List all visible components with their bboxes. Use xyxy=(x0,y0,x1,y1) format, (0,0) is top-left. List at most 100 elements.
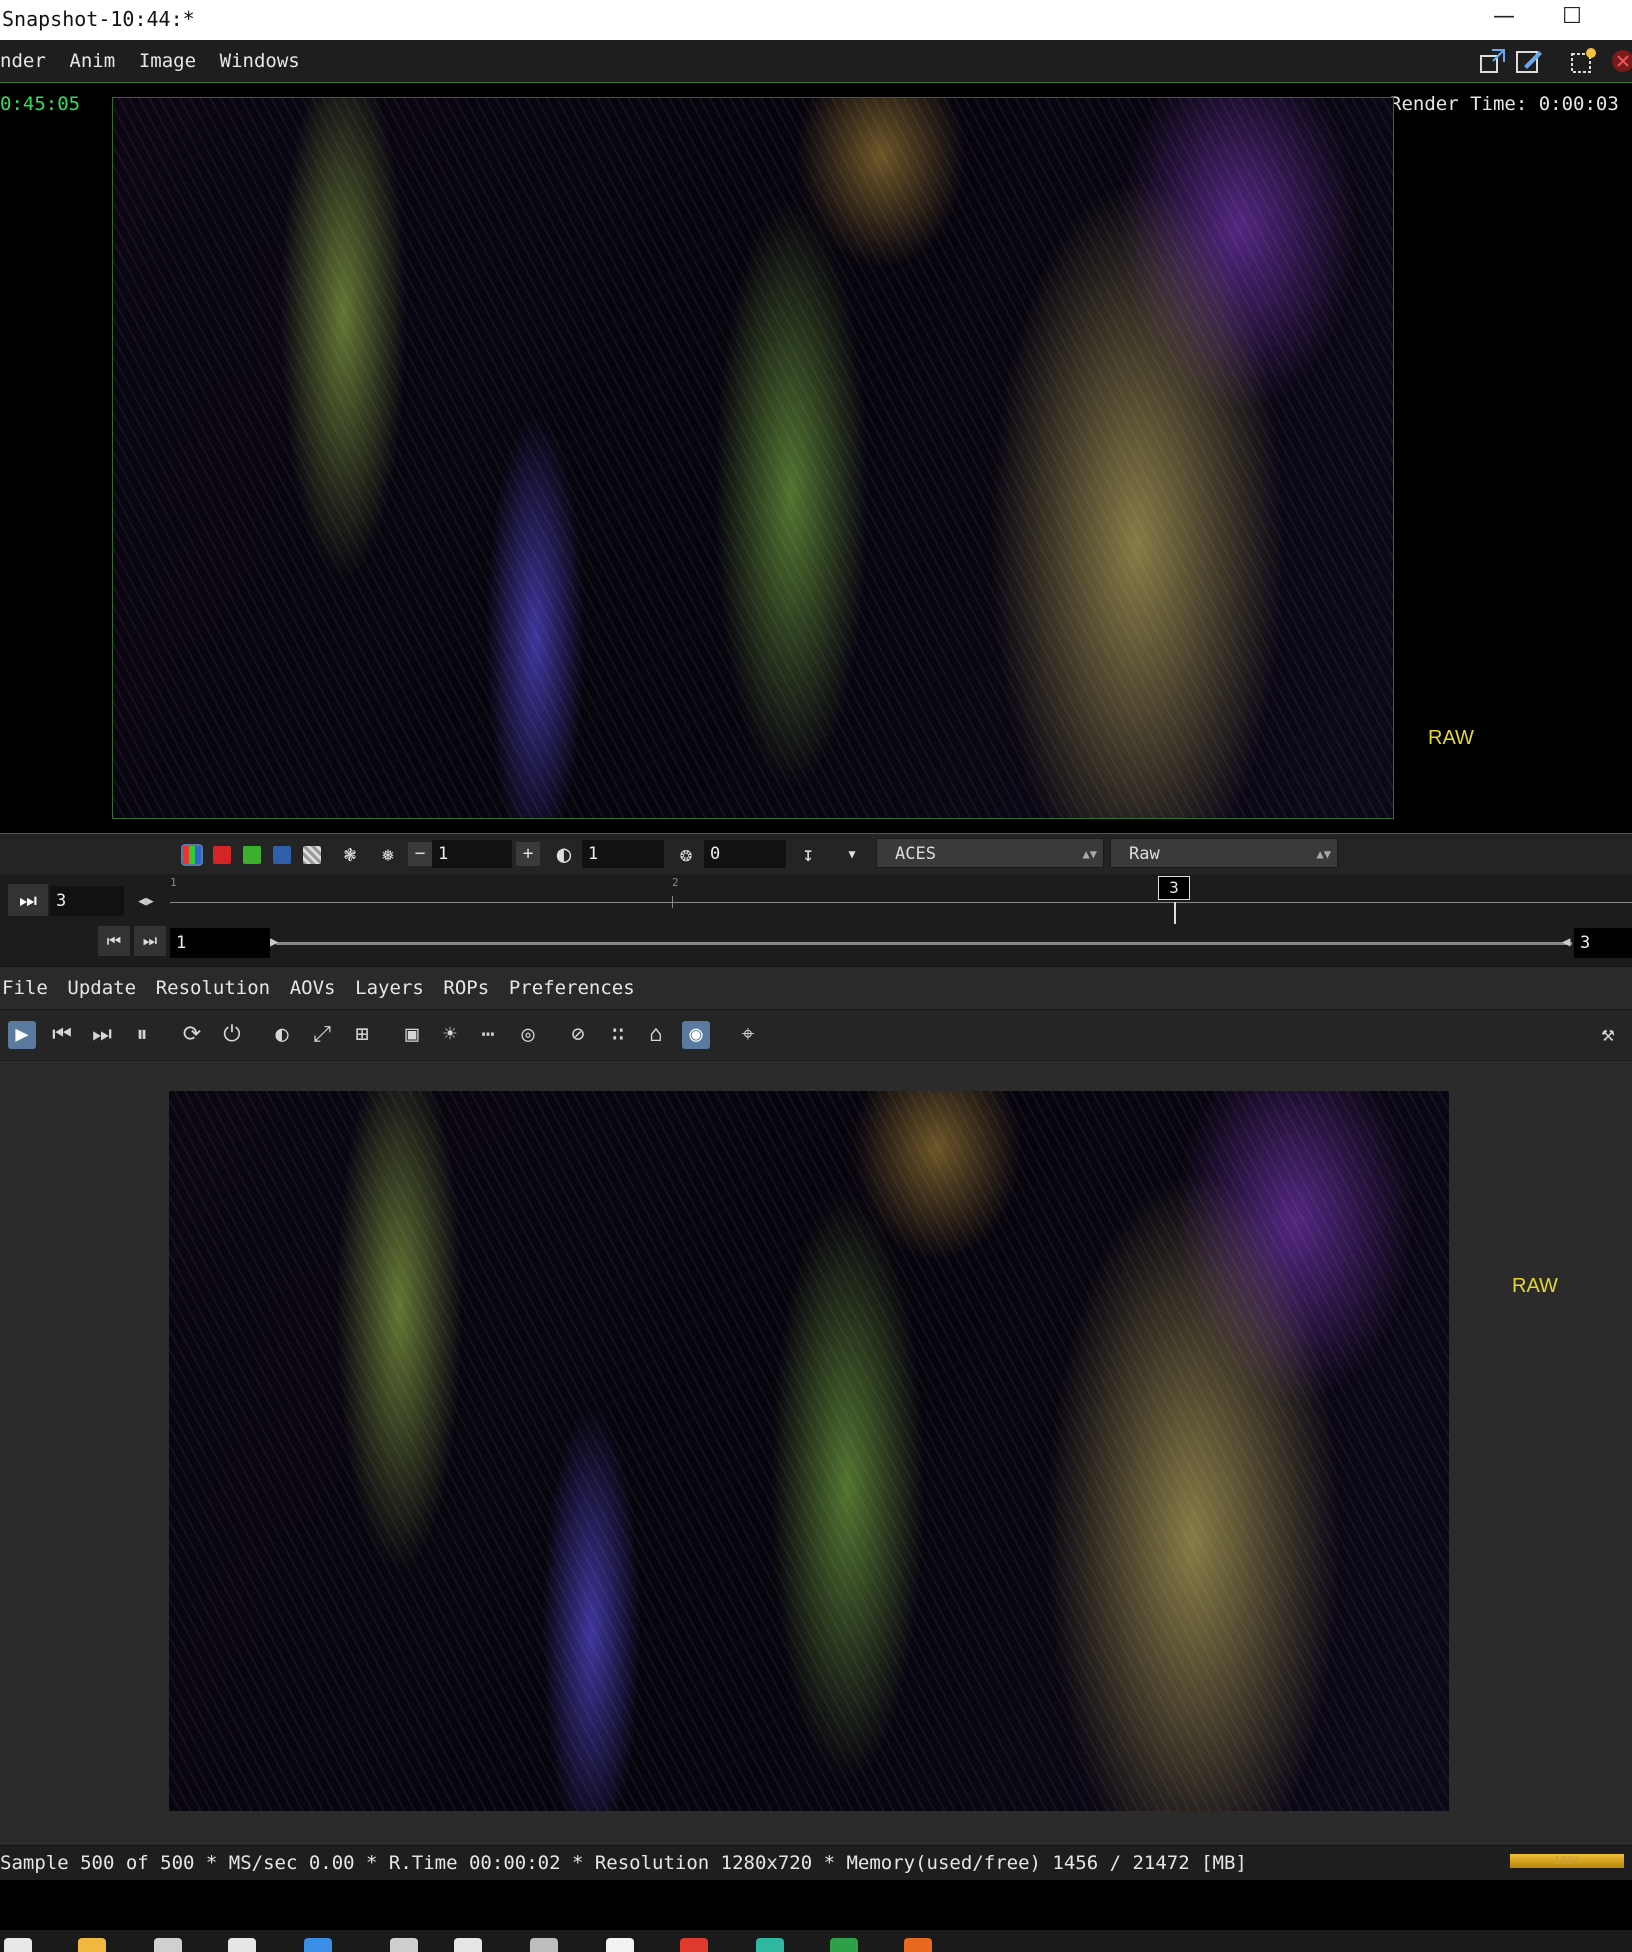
elapsed-time: 0:45:05 xyxy=(0,93,81,115)
menu-layers[interactable]: Layers xyxy=(355,967,424,1009)
select-arrows-icon: ▲▼ xyxy=(1082,847,1097,861)
raw-overlay-label: RAW xyxy=(1512,1275,1558,1297)
render-view-menu-bar: nder Anim Image Windows xyxy=(0,40,1632,83)
range-end-handle[interactable]: ◀ xyxy=(1562,934,1570,950)
render-progress-bar: 100% xyxy=(1510,1854,1624,1868)
colorspace-value: ACES xyxy=(895,844,936,864)
go-to-start-icon[interactable]: ⏮ xyxy=(98,926,130,956)
app-icon[interactable] xyxy=(606,1938,634,1952)
crop-icon[interactable]: ⌖ xyxy=(734,1021,762,1049)
rgb-channel-toggle[interactable] xyxy=(181,844,203,866)
app-icon[interactable] xyxy=(530,1938,558,1952)
app-icon[interactable] xyxy=(390,1938,418,1952)
maximize-icon[interactable]: ☐ xyxy=(1552,4,1592,34)
step-frame-icon[interactable]: ◀▶ xyxy=(128,888,164,916)
window-title-bar: Snapshot-10:44:* — ☐ xyxy=(0,0,1632,40)
go-to-end-icon[interactable]: ⏭ xyxy=(134,926,166,956)
playhead-marker[interactable]: 3 xyxy=(1158,876,1190,900)
spacer xyxy=(0,1880,1632,1930)
focus-icon[interactable]: ▣ xyxy=(398,1021,426,1049)
menu-render[interactable]: nder xyxy=(0,40,46,82)
play-to-end-icon[interactable]: ⏭ xyxy=(8,884,48,916)
exposure-up-icon[interactable]: ❅ xyxy=(376,842,400,866)
alpha-channel-toggle[interactable] xyxy=(303,846,321,864)
contrast-icon[interactable]: ◐ xyxy=(268,1021,296,1049)
previous-icon[interactable]: ⏮ xyxy=(48,1021,76,1049)
gamma-icon: ◐ xyxy=(556,840,572,868)
close-red-icon[interactable] xyxy=(1608,46,1632,76)
blue-channel-toggle[interactable] xyxy=(273,846,291,864)
range-start-handle[interactable]: ▶ xyxy=(270,934,278,950)
range-slider[interactable] xyxy=(276,942,1572,945)
red-channel-toggle[interactable] xyxy=(213,846,231,864)
light-icon[interactable]: ☀ xyxy=(436,1021,464,1049)
green-channel-toggle[interactable] xyxy=(243,846,261,864)
expand-icon[interactable]: ⤢ xyxy=(308,1021,336,1049)
speed-icon[interactable]: ⊘ xyxy=(564,1021,592,1049)
select-arrows-icon: ▲▼ xyxy=(1316,847,1331,861)
progress-label: 100% xyxy=(1553,1854,1581,1867)
current-frame-field[interactable]: 3 xyxy=(50,886,124,916)
app-icon[interactable] xyxy=(228,1938,256,1952)
minimize-icon[interactable]: — xyxy=(1484,4,1524,34)
menu-anim[interactable]: Anim xyxy=(69,40,115,82)
render-image xyxy=(112,97,1394,819)
playhead-line[interactable] xyxy=(1174,902,1176,924)
app-icon[interactable] xyxy=(830,1938,858,1952)
file-explorer-icon[interactable] xyxy=(78,1938,106,1952)
app-icon[interactable] xyxy=(680,1938,708,1952)
edit-view-icon[interactable] xyxy=(1514,46,1544,76)
range-start-field[interactable]: 1 xyxy=(170,928,270,958)
status-bar: Sample 500 of 500 * MS/sec 0.00 * R.Time… xyxy=(0,1845,1632,1880)
view-transform-select[interactable]: Raw ▲▼ xyxy=(1110,838,1338,868)
snapshot-save-icon[interactable]: ↧ xyxy=(796,842,820,866)
menu-resolution[interactable]: Resolution xyxy=(156,967,270,1009)
colorspace-select[interactable]: ACES ▲▼ xyxy=(876,838,1104,868)
offset-field[interactable]: 0 xyxy=(704,840,786,868)
refresh-icon[interactable]: ⟳ xyxy=(178,1021,206,1049)
region-icon[interactable]: ◉ xyxy=(682,1021,710,1049)
app-icon[interactable] xyxy=(454,1938,482,1952)
target-icon[interactable]: ◎ xyxy=(514,1021,542,1049)
offset-icon: ❂ xyxy=(679,842,693,866)
menu-update[interactable]: Update xyxy=(67,967,136,1009)
start-render-icon[interactable]: ▶ xyxy=(8,1021,36,1049)
settings-tools-icon[interactable]: ⚒ xyxy=(1594,1021,1622,1049)
render-viewer-bottom[interactable]: RAW xyxy=(0,1061,1632,1841)
menu-preferences[interactable]: Preferences xyxy=(509,967,635,1009)
range-end-field[interactable]: 3 xyxy=(1574,928,1632,958)
timeline-track[interactable] xyxy=(170,902,1632,903)
more-icon[interactable]: ⋯ xyxy=(474,1021,502,1049)
fit-view-icon[interactable] xyxy=(1478,46,1508,76)
app-icon[interactable] xyxy=(304,1938,332,1952)
menu-aovs[interactable]: AOVs xyxy=(290,967,336,1009)
menu-rops[interactable]: ROPs xyxy=(443,967,489,1009)
exposure-field[interactable]: 1 xyxy=(432,840,512,868)
render-region-icon[interactable] xyxy=(1568,46,1598,76)
timeline-tick xyxy=(672,896,673,908)
tick-label: 2 xyxy=(672,876,679,889)
power-icon[interactable]: ⏻ xyxy=(218,1021,246,1049)
home-icon[interactable]: ⌂ xyxy=(642,1021,670,1049)
gamma-field[interactable]: 1 xyxy=(582,840,664,868)
add-frame-icon[interactable]: ⊞ xyxy=(348,1021,376,1049)
app-icon[interactable] xyxy=(154,1938,182,1952)
exposure-minus-button[interactable]: − xyxy=(408,842,432,866)
start-icon[interactable] xyxy=(4,1938,32,1952)
menu-windows[interactable]: Windows xyxy=(220,40,300,82)
exposure-down-icon[interactable]: ❃ xyxy=(338,842,362,866)
menu-file[interactable]: File xyxy=(2,967,48,1009)
exposure-plus-button[interactable]: + xyxy=(516,842,540,866)
app-icon[interactable] xyxy=(756,1938,784,1952)
window-title: Snapshot-10:44:* xyxy=(2,7,195,31)
app-icon[interactable] xyxy=(904,1938,932,1952)
menu-image[interactable]: Image xyxy=(139,40,196,82)
chevron-down-icon[interactable]: ▼ xyxy=(840,842,864,866)
pause-icon[interactable]: ⏸ xyxy=(128,1021,156,1049)
render-viewer-top[interactable]: 0:45:05 Render Time: 0:00:03 RAW xyxy=(0,83,1632,834)
timeline: ⏭ 3 ◀▶ 1 2 3 ⏮ ⏭ 1 ▶ ◀ 3 xyxy=(0,874,1632,967)
next-icon[interactable]: ⏭ xyxy=(88,1021,116,1049)
render-image xyxy=(169,1091,1449,1811)
grid-icon[interactable]: ∷ xyxy=(604,1021,632,1049)
main-menu-bar: File Update Resolution AOVs Layers ROPs … xyxy=(0,967,1632,1010)
